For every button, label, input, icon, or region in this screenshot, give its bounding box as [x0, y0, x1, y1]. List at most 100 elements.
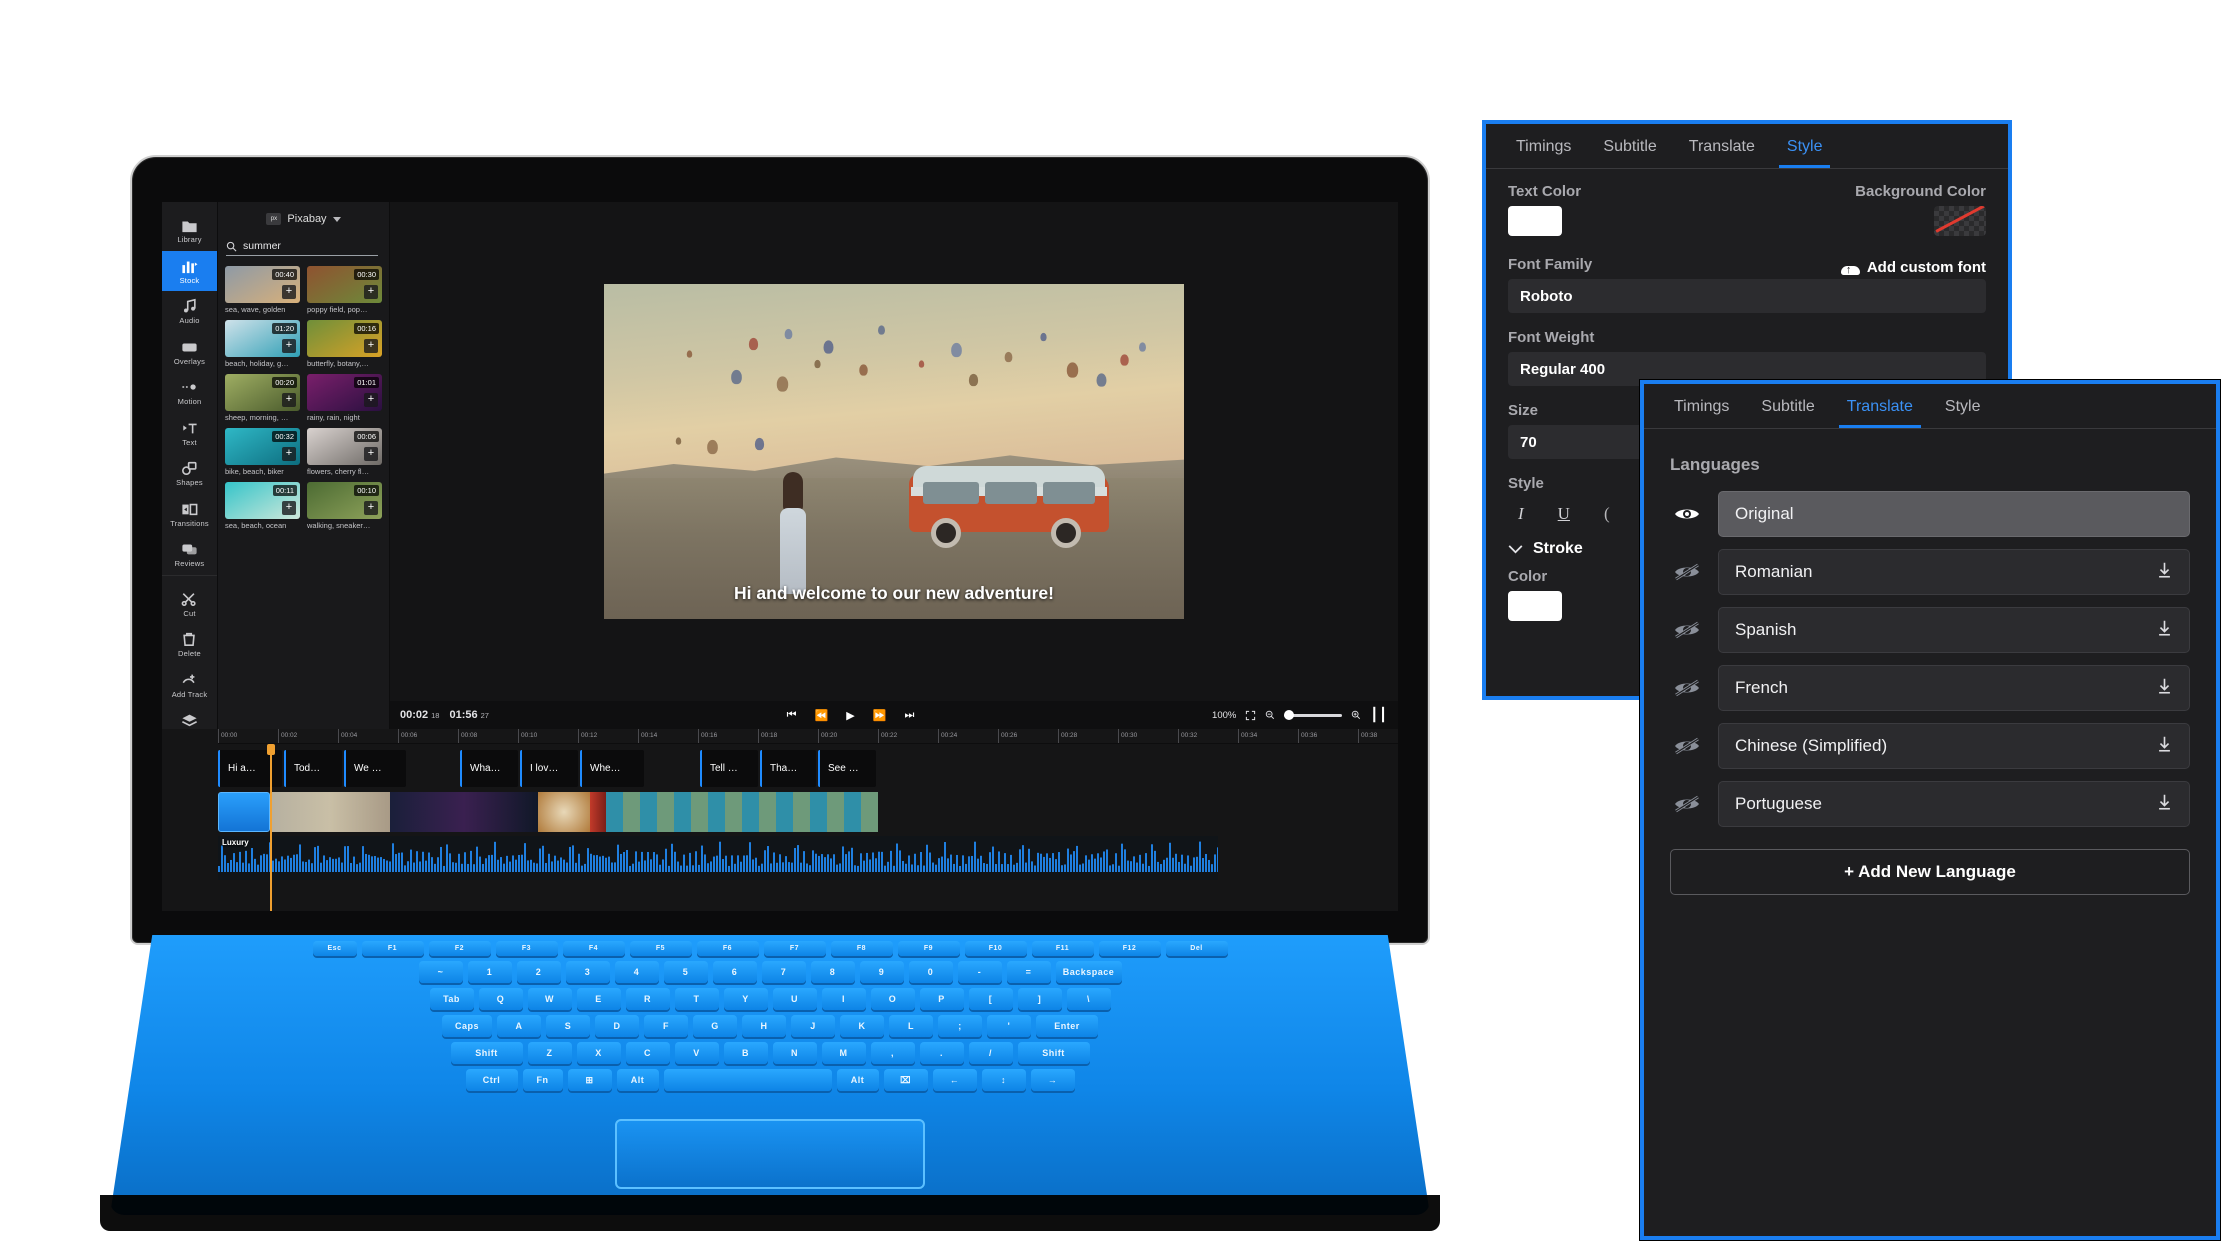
eye-off-icon[interactable] — [1670, 560, 1704, 584]
key-F4[interactable]: F4 — [562, 941, 625, 956]
video-clip[interactable] — [538, 792, 590, 832]
key-[interactable]: ← — [932, 1069, 977, 1091]
key-F8[interactable]: F8 — [830, 941, 893, 956]
key-F3[interactable]: F3 — [495, 941, 558, 956]
text-color-swatch[interactable] — [1508, 206, 1562, 236]
underline-icon[interactable]: U — [1558, 504, 1570, 524]
font-family-select[interactable]: Roboto — [1508, 279, 1986, 313]
tab-style[interactable]: Style — [1929, 384, 1997, 428]
key-W[interactable]: W — [527, 988, 572, 1010]
subtitle-clip[interactable]: Whe… — [580, 750, 644, 787]
tab-timings[interactable]: Timings — [1658, 384, 1745, 428]
background-color-swatch[interactable] — [1934, 206, 1986, 236]
fullscreen-icon[interactable] — [1245, 710, 1256, 721]
key-Tab[interactable]: Tab — [429, 988, 474, 1010]
eye-off-icon[interactable] — [1670, 676, 1704, 700]
stock-item[interactable]: 00:16 + butterfly, botany,… — [307, 320, 382, 368]
key-L[interactable]: L — [889, 1015, 933, 1037]
add-to-timeline-icon[interactable]: + — [282, 501, 296, 515]
language-chip[interactable]: Original — [1718, 491, 2190, 537]
stock-item[interactable]: 00:30 + poppy field, pop… — [307, 266, 382, 314]
key-G[interactable]: G — [693, 1015, 737, 1037]
key-[interactable]: , — [870, 1042, 915, 1064]
key-Alt[interactable]: Alt — [616, 1069, 659, 1091]
video-clip[interactable] — [270, 792, 390, 832]
language-chip[interactable]: French — [1718, 665, 2190, 711]
skip-end-icon[interactable]: ⏭ — [904, 709, 914, 722]
subtitle-clip[interactable]: We … — [344, 750, 406, 787]
video-clip[interactable] — [590, 792, 606, 832]
key-B[interactable]: B — [723, 1042, 768, 1064]
strikethrough-icon[interactable]: ( — [1604, 504, 1610, 524]
key-9[interactable]: 9 — [859, 961, 904, 983]
key-F12[interactable]: F12 — [1098, 941, 1161, 956]
key-F7[interactable]: F7 — [763, 941, 826, 956]
sidebar-item-audio[interactable]: Audio — [162, 291, 217, 332]
add-to-timeline-icon[interactable]: + — [282, 393, 296, 407]
stock-item[interactable]: 01:20 + beach, holiday, g… — [225, 320, 300, 368]
key-8[interactable]: 8 — [810, 961, 855, 983]
play-icon[interactable]: ▶ — [846, 709, 854, 722]
subtitle-clip[interactable]: Hi a… — [218, 750, 282, 787]
video-clip[interactable] — [606, 792, 878, 832]
key-F2[interactable]: F2 — [428, 941, 491, 956]
download-icon[interactable] — [2156, 735, 2173, 758]
key-Fn[interactable]: Fn — [522, 1069, 563, 1091]
stock-item[interactable]: 00:06 + flowers, cherry fl… — [307, 428, 382, 476]
zoom-slider-knob[interactable] — [1284, 710, 1295, 720]
key-S[interactable]: S — [546, 1015, 590, 1037]
key-7[interactable]: 7 — [761, 961, 806, 983]
key-M[interactable]: M — [821, 1042, 866, 1064]
sidebar-item-overlays[interactable]: Overlays — [162, 332, 217, 373]
video-canvas[interactable]: Hi and welcome to our new adventure! — [604, 284, 1184, 619]
tab-translate[interactable]: Translate — [1673, 124, 1771, 168]
key-[interactable]: ⊞ — [567, 1069, 612, 1091]
sidebar-item-library[interactable]: Library — [162, 210, 217, 251]
add-new-language-button[interactable]: + Add New Language — [1670, 849, 2190, 895]
key-F9[interactable]: F9 — [897, 941, 960, 956]
stock-item[interactable]: 01:01 + rainy, rain, night — [307, 374, 382, 422]
key-F10[interactable]: F10 — [964, 941, 1027, 956]
key-Backspace[interactable]: Backspace — [1055, 961, 1122, 983]
eye-off-icon[interactable] — [1670, 734, 1704, 758]
stock-thumbnail[interactable]: 00:11 + — [225, 482, 300, 519]
zoom-slider[interactable] — [1284, 710, 1343, 720]
add-to-timeline-icon[interactable]: + — [282, 339, 296, 353]
key-5[interactable]: 5 — [663, 961, 708, 983]
add-to-timeline-icon[interactable]: + — [282, 447, 296, 461]
key-[interactable]: . — [919, 1042, 964, 1064]
key-[interactable]: ; — [938, 1015, 982, 1037]
key-F1[interactable]: F1 — [361, 941, 424, 956]
key-[interactable]: ' — [987, 1015, 1031, 1037]
key-F6[interactable]: F6 — [696, 941, 759, 956]
sidebar-item-motion[interactable]: Motion — [162, 372, 217, 413]
key-Caps[interactable]: Caps — [442, 1015, 492, 1037]
stock-thumbnail[interactable]: 00:06 + — [307, 428, 382, 465]
key-0[interactable]: 0 — [908, 961, 953, 983]
add-custom-font-button[interactable]: Add custom font — [1840, 259, 1986, 276]
key-R[interactable]: R — [625, 988, 670, 1010]
key-F11[interactable]: F11 — [1031, 941, 1094, 956]
trackpad[interactable] — [615, 1119, 925, 1189]
add-to-timeline-icon[interactable]: + — [364, 393, 378, 407]
stock-item[interactable]: 00:20 + sheep, morning, … — [225, 374, 300, 422]
eye-icon[interactable] — [1670, 502, 1704, 526]
download-icon[interactable] — [2156, 561, 2173, 584]
tab-translate[interactable]: Translate — [1831, 384, 1929, 428]
key-J[interactable]: J — [791, 1015, 835, 1037]
key-1[interactable]: 1 — [467, 961, 512, 983]
key-I[interactable]: I — [821, 988, 866, 1010]
key-[interactable]: ~ — [418, 961, 463, 983]
key-V[interactable]: V — [674, 1042, 719, 1064]
key-Shift[interactable]: Shift — [450, 1042, 523, 1064]
tab-subtitle[interactable]: Subtitle — [1587, 124, 1672, 168]
sidebar-item-cut[interactable]: Cut — [162, 584, 217, 625]
key-H[interactable]: H — [742, 1015, 786, 1037]
subtitle-clip[interactable]: Wha… — [460, 750, 518, 787]
key-[interactable]: = — [1006, 961, 1051, 983]
laptop-keyboard[interactable]: Esc F1 F2 F3 F4 F5 F6 F7 F8 F9 F10 F11 F12 Del ~1 2 3 4 5 6… — [110, 935, 1430, 1215]
key-[interactable]: \ — [1066, 988, 1111, 1010]
key-Ctrl[interactable]: Ctrl — [465, 1069, 518, 1091]
sidebar-item-shapes[interactable]: Shapes — [162, 453, 217, 494]
sidebar-item-text[interactable]: Text — [162, 413, 217, 454]
